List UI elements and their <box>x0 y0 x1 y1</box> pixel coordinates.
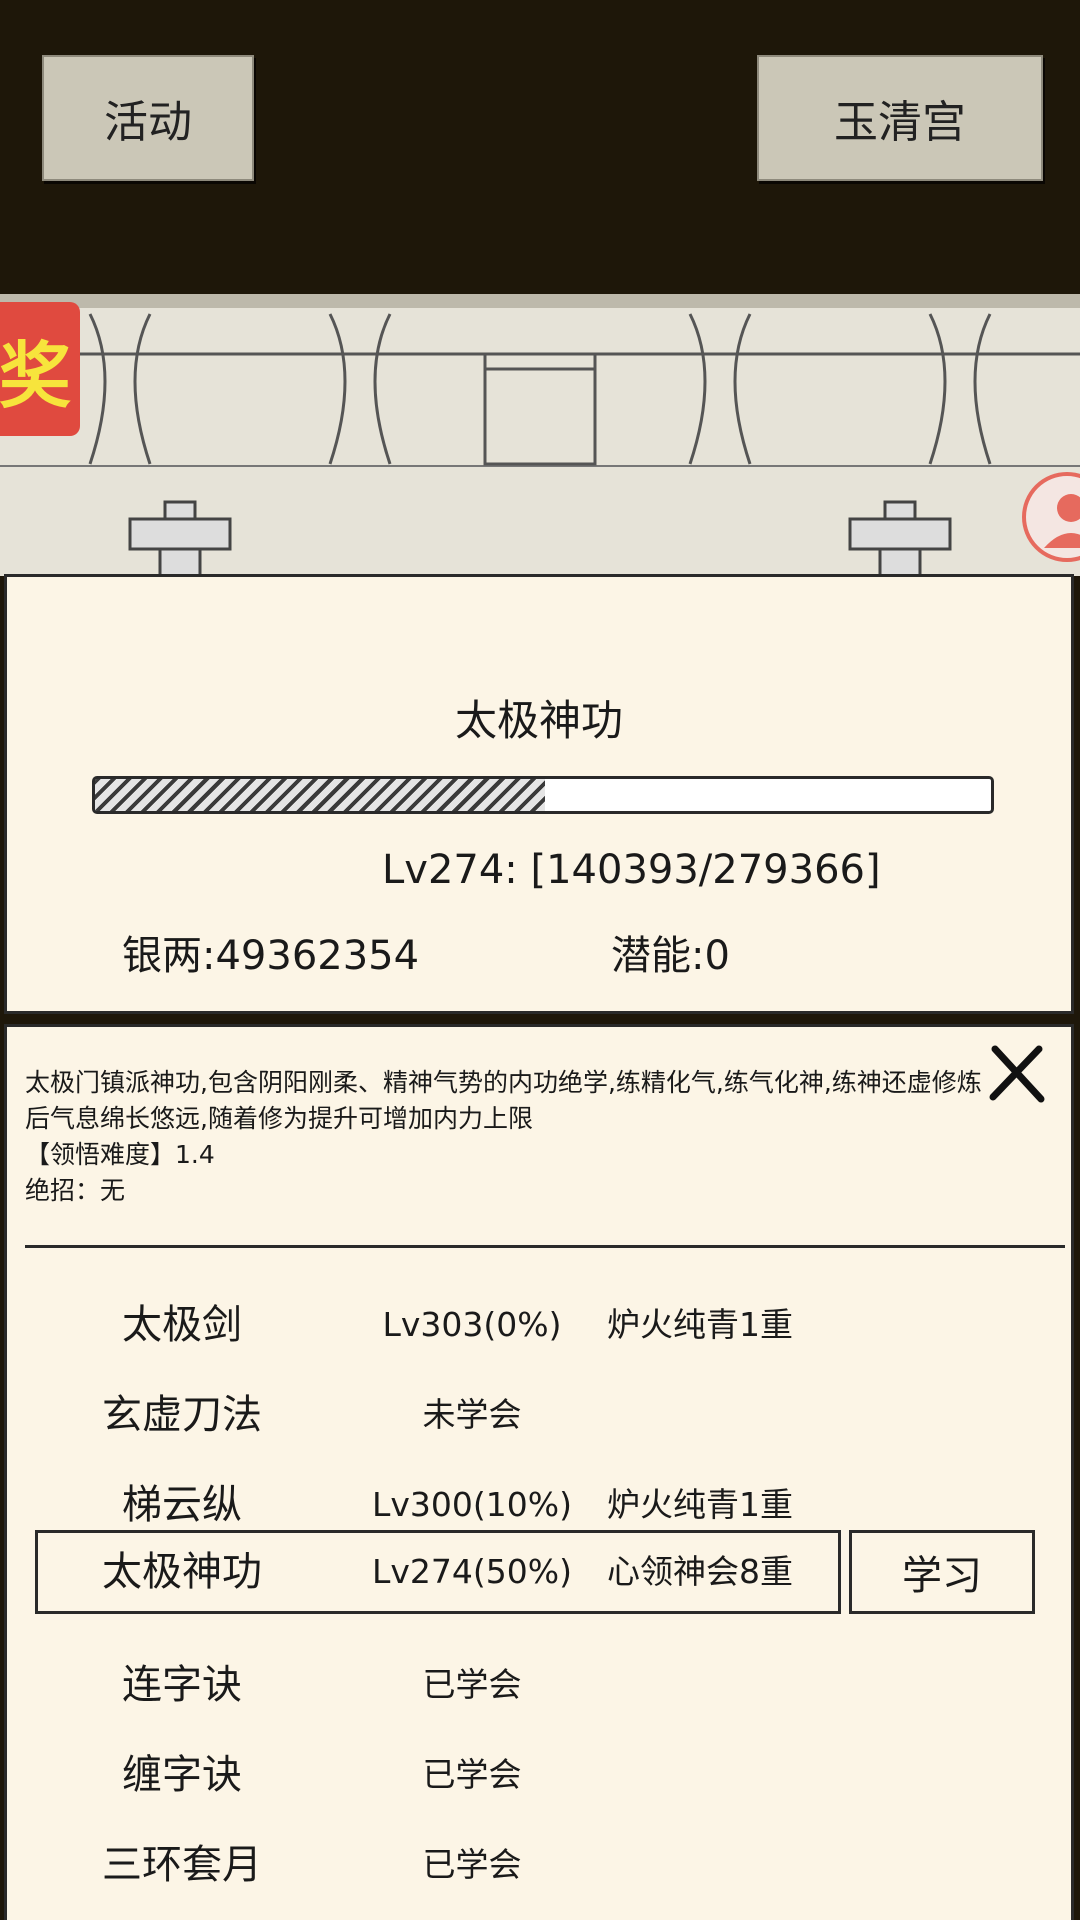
exp-progress-bar <box>92 776 994 814</box>
skill-detail-panel: 太极门镇派神功,包含阴阳刚柔、精神气势的内功绝学,练精化气,练气化神,练神还虚修… <box>4 1024 1074 1920</box>
skill-name: 玄虚刀法 <box>102 1392 262 1438</box>
user-icon <box>1044 494 1080 548</box>
exp-progress-fill <box>95 779 546 811</box>
skill-level: 未学会 <box>422 1395 522 1434</box>
close-icon[interactable] <box>987 1043 1047 1103</box>
skill-level: Lv274(50%) <box>372 1552 572 1591</box>
skill-name: 太极神功 <box>102 1549 262 1595</box>
skill-row-taiji-sword[interactable]: 太极剑 Lv303(0%) 炉火纯青1重 <box>7 1283 1077 1367</box>
ultimate-text: 绝招：无 <box>25 1176 126 1205</box>
hall-scene <box>0 294 1080 576</box>
skill-row-xuanxu-blade[interactable]: 玄虚刀法 未学会 <box>7 1373 1077 1457</box>
exp-text: [140393/279366] <box>530 847 881 893</box>
skill-name: 三环套月 <box>102 1842 262 1888</box>
award-badge-label: 奖 <box>0 333 71 418</box>
skill-realm: 炉火纯青1重 <box>607 1305 793 1344</box>
silver-amount: 银两:49362354 <box>122 933 420 979</box>
skill-summary-panel: 太极神功 Lv274: [140393/279366] 银两:49362354 … <box>4 574 1074 1014</box>
skill-row-chanzijue[interactable]: 缠字诀 已学会 <box>7 1733 1077 1817</box>
divider <box>25 1245 1065 1248</box>
skill-name: 缠字诀 <box>122 1752 242 1798</box>
skill-description-block: 太极门镇派神功,包含阴阳刚柔、精神气势的内功绝学,练精化气,练气化神,练神还虚修… <box>25 1065 985 1209</box>
award-badge[interactable]: 奖 <box>0 302 80 436</box>
skill-description: 太极门镇派神功,包含阴阳刚柔、精神气势的内功绝学,练精化气,练气化神,练神还虚修… <box>25 1068 982 1133</box>
skill-level: 已学会 <box>422 1845 522 1884</box>
activity-button[interactable]: 活动 <box>42 55 254 181</box>
skill-row-taiji-shengong-selected[interactable]: 太极神功 Lv274(50%) 心领神会8重 学习 <box>7 1530 1077 1614</box>
potential-amount: 潜能:0 <box>611 933 730 979</box>
skill-name: 太极剑 <box>122 1302 242 1348</box>
skill-level: 已学会 <box>422 1755 522 1794</box>
skill-realm: 心领神会8重 <box>607 1552 793 1591</box>
difficulty-text: 【领悟难度】1.4 <box>25 1140 215 1169</box>
skill-name: 连字诀 <box>122 1662 242 1708</box>
skill-row-sanhuan-taoyue[interactable]: 三环套月 已学会 <box>7 1823 1077 1907</box>
skill-level: Lv303(0%) <box>382 1305 562 1344</box>
skill-level: 已学会 <box>422 1665 522 1704</box>
learn-button[interactable]: 学习 <box>849 1530 1035 1614</box>
skill-row-lianzijue[interactable]: 连字诀 已学会 <box>7 1643 1077 1727</box>
location-button[interactable]: 玉清宫 <box>757 55 1043 181</box>
skill-title: 太极神功 <box>454 696 623 745</box>
level-readout: Lv274: [140393/279366] <box>382 847 881 893</box>
level-text: Lv274: <box>382 847 518 893</box>
